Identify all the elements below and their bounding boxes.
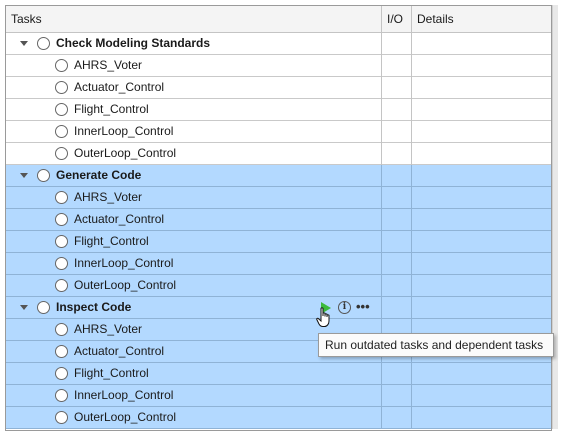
task-row[interactable]: OuterLoop_Control [6, 143, 551, 165]
hand-cursor-icon [316, 307, 330, 327]
chevron-down-icon[interactable] [20, 173, 28, 178]
status-circle-icon [55, 59, 68, 72]
task-label: OuterLoop_Control [74, 146, 177, 160]
column-divider [381, 275, 382, 297]
task-label: InnerLoop_Control [74, 388, 174, 402]
column-divider [381, 165, 382, 187]
status-circle-icon [37, 301, 50, 314]
column-divider [381, 407, 382, 429]
task-label: Actuator_Control [74, 80, 165, 94]
chevron-down-icon[interactable] [20, 305, 28, 310]
chevron-down-icon[interactable] [20, 41, 28, 46]
task-label: AHRS_Voter [74, 190, 143, 204]
column-divider [411, 143, 412, 165]
vertical-scrollbar[interactable] [552, 5, 558, 429]
column-header-io[interactable]: I/O [382, 6, 412, 32]
column-divider [411, 187, 412, 209]
status-circle-icon [55, 103, 68, 116]
status-circle-icon [55, 279, 68, 292]
tooltip: Run outdated tasks and dependent tasks [318, 333, 554, 357]
column-divider [411, 55, 412, 77]
task-label: InnerLoop_Control [74, 124, 174, 138]
column-divider [381, 187, 382, 209]
column-divider [411, 99, 412, 121]
column-divider [381, 55, 382, 77]
task-group-label: Check Modeling Standards [56, 36, 211, 50]
task-row[interactable]: Flight_Control [6, 363, 551, 385]
status-circle-icon [37, 37, 50, 50]
task-label: Flight_Control [74, 102, 149, 116]
column-divider [411, 231, 412, 253]
task-label: OuterLoop_Control [74, 410, 177, 424]
task-row[interactable]: InnerLoop_Control [6, 253, 551, 275]
task-group-row[interactable]: Inspect Code i ••• [6, 297, 551, 319]
column-divider [411, 33, 412, 55]
status-circle-icon [55, 257, 68, 270]
task-row[interactable]: Flight_Control [6, 99, 551, 121]
task-row[interactable]: InnerLoop_Control [6, 385, 551, 407]
column-divider [381, 33, 382, 55]
task-row[interactable]: Actuator_Control [6, 77, 551, 99]
task-row[interactable]: OuterLoop_Control [6, 407, 551, 429]
status-circle-icon [55, 191, 68, 204]
column-divider [411, 77, 412, 99]
column-divider [381, 253, 382, 275]
task-label: AHRS_Voter [74, 58, 143, 72]
task-label: OuterLoop_Control [74, 278, 177, 292]
column-divider [411, 275, 412, 297]
column-divider [411, 253, 412, 275]
column-divider [411, 363, 412, 385]
task-row[interactable]: AHRS_Voter [6, 187, 551, 209]
column-divider [381, 363, 382, 385]
status-circle-icon [55, 125, 68, 138]
status-circle-icon [55, 213, 68, 226]
column-divider [411, 385, 412, 407]
task-label: Actuator_Control [74, 212, 165, 226]
task-label: InnerLoop_Control [74, 256, 174, 270]
column-divider [381, 385, 382, 407]
column-divider [381, 143, 382, 165]
column-divider [381, 209, 382, 231]
column-divider [381, 297, 382, 319]
task-group-label: Generate Code [56, 168, 142, 182]
column-header-details[interactable]: Details [412, 6, 551, 32]
status-circle-icon [37, 169, 50, 182]
task-group-row[interactable]: Check Modeling Standards [6, 33, 551, 55]
status-circle-icon [55, 367, 68, 380]
task-tree-table: Tasks I/O Details Check Modeling Standar… [5, 5, 552, 431]
task-row[interactable]: InnerLoop_Control [6, 121, 551, 143]
column-divider [411, 121, 412, 143]
task-group-row[interactable]: Generate Code [6, 165, 551, 187]
task-row[interactable]: Flight_Control [6, 231, 551, 253]
status-circle-icon [55, 235, 68, 248]
column-divider [381, 231, 382, 253]
column-divider [381, 77, 382, 99]
column-divider [381, 99, 382, 121]
info-icon[interactable]: i [338, 301, 351, 314]
task-row[interactable]: Actuator_Control [6, 209, 551, 231]
status-circle-icon [55, 81, 68, 94]
status-circle-icon [55, 345, 68, 358]
status-circle-icon [55, 147, 68, 160]
task-label: Actuator_Control [74, 344, 165, 358]
task-label: AHRS_Voter [74, 322, 143, 336]
status-circle-icon [55, 411, 68, 424]
column-divider [411, 165, 412, 187]
task-label: Flight_Control [74, 366, 149, 380]
table-header: Tasks I/O Details [6, 6, 551, 33]
task-row[interactable]: OuterLoop_Control [6, 275, 551, 297]
status-circle-icon [55, 389, 68, 402]
status-circle-icon [55, 323, 68, 336]
column-divider [411, 209, 412, 231]
column-divider [411, 297, 412, 319]
more-icon[interactable]: ••• [356, 297, 370, 317]
column-divider [411, 407, 412, 429]
task-group-label: Inspect Code [56, 300, 132, 314]
column-divider [381, 121, 382, 143]
task-row[interactable]: AHRS_Voter [6, 55, 551, 77]
column-header-tasks[interactable]: Tasks [6, 6, 382, 32]
task-label: Flight_Control [74, 234, 149, 248]
